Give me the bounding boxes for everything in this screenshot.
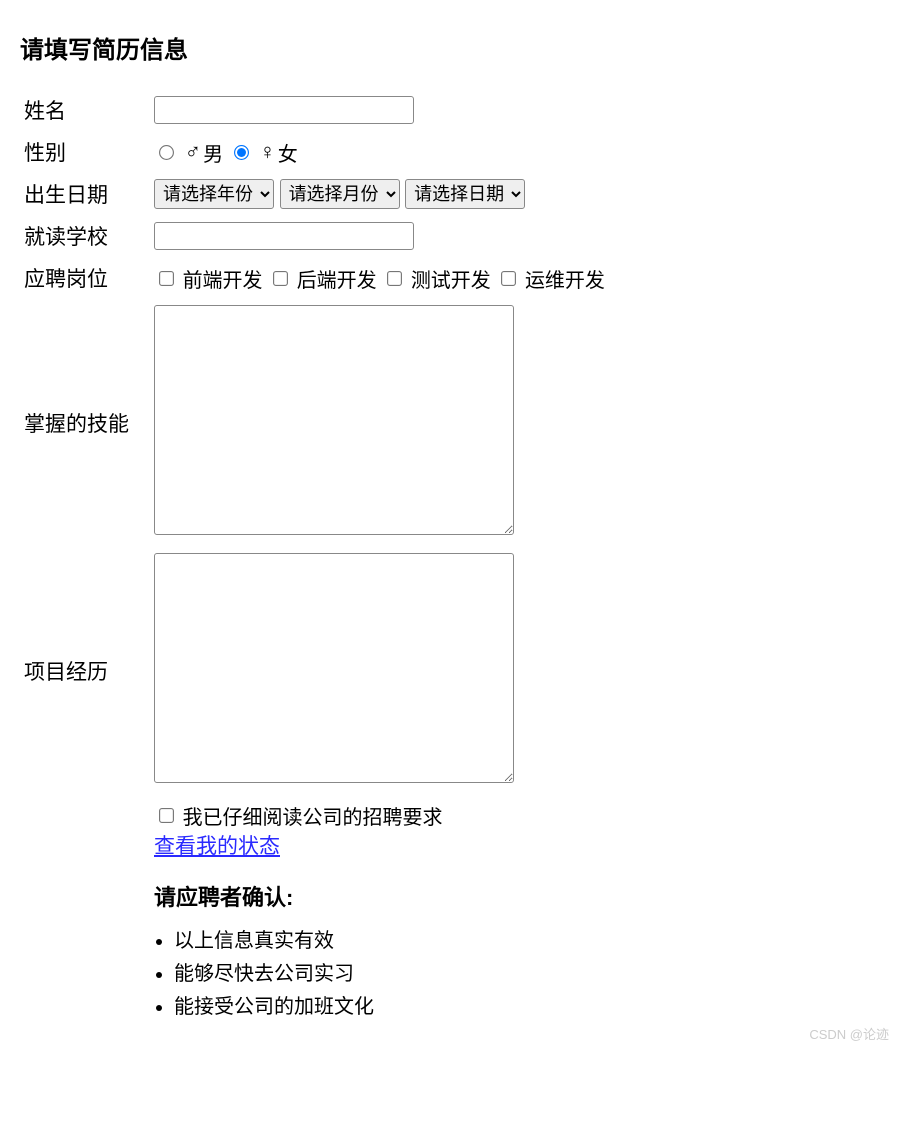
birth-month-select[interactable]: 请选择月份 xyxy=(280,179,400,209)
list-item: 能够尽快去公司实习 xyxy=(174,957,605,986)
position-option-0: 前端开发 xyxy=(183,270,263,292)
watermark: CSDN @论迹 xyxy=(809,1024,889,1043)
name-label: 姓名 xyxy=(20,89,150,131)
resume-form: 姓名 性别 ♂男 ♀女 出生日期 请选择年份 请选择月份 请选择日期 就读学校 … xyxy=(20,89,609,1029)
status-link[interactable]: 查看我的状态 xyxy=(154,835,280,858)
male-icon: ♂ xyxy=(185,139,202,164)
position-options: 前端开发 后端开发 测试开发 运维开发 xyxy=(150,257,609,299)
projects-label: 项目经历 xyxy=(20,547,150,795)
school-input[interactable] xyxy=(154,222,414,250)
position-checkbox-1[interactable] xyxy=(273,271,288,286)
position-option-1: 后端开发 xyxy=(297,270,377,292)
position-option-2: 测试开发 xyxy=(411,270,491,292)
position-checkbox-2[interactable] xyxy=(387,271,402,286)
birth-year-select[interactable]: 请选择年份 xyxy=(154,179,274,209)
agree-checkbox[interactable] xyxy=(159,808,174,823)
name-input[interactable] xyxy=(154,96,414,124)
skills-label: 掌握的技能 xyxy=(20,299,150,547)
position-label: 应聘岗位 xyxy=(20,257,150,299)
birth-day-select[interactable]: 请选择日期 xyxy=(405,179,525,209)
gender-female-label: 女 xyxy=(278,144,298,166)
page-title: 请填写简历信息 xyxy=(20,30,879,65)
gender-male-label: 男 xyxy=(203,144,223,166)
position-checkbox-3[interactable] xyxy=(501,271,516,286)
position-option-3: 运维开发 xyxy=(525,270,605,292)
agree-label: 我已仔细阅读公司的招聘要求 xyxy=(183,807,443,829)
projects-textarea[interactable] xyxy=(154,553,514,783)
female-icon: ♀ xyxy=(259,139,276,164)
school-label: 就读学校 xyxy=(20,215,150,257)
gender-label: 性别 xyxy=(20,131,150,173)
skills-textarea[interactable] xyxy=(154,305,514,535)
list-item: 以上信息真实有效 xyxy=(174,924,605,953)
gender-male-radio[interactable] xyxy=(159,145,174,160)
confirm-list: 以上信息真实有效 能够尽快去公司实习 能接受公司的加班文化 xyxy=(174,924,605,1019)
position-checkbox-0[interactable] xyxy=(159,271,174,286)
list-item: 能接受公司的加班文化 xyxy=(174,990,605,1019)
gender-female-radio[interactable] xyxy=(234,145,249,160)
birth-label: 出生日期 xyxy=(20,173,150,215)
confirm-title: 请应聘者确认: xyxy=(154,880,605,912)
